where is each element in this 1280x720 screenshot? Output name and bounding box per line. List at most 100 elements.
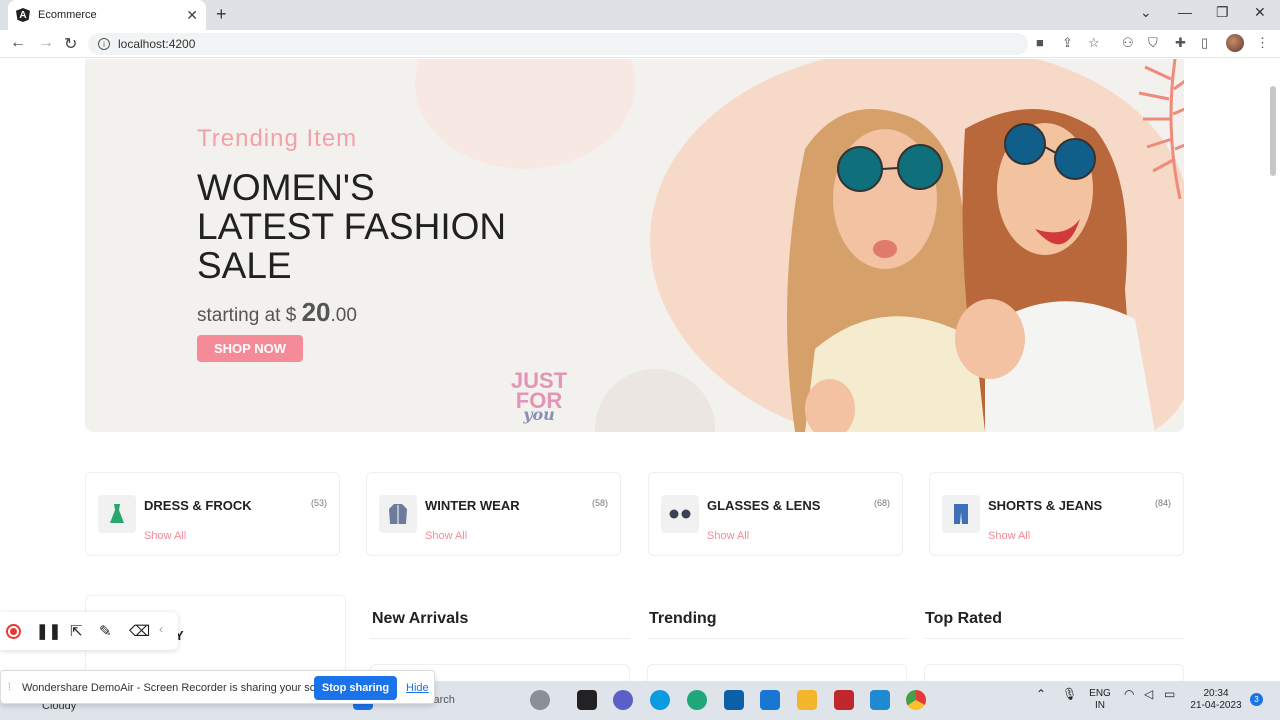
decor-blob	[595, 369, 715, 432]
hero-models-image	[787, 109, 1155, 432]
mail-icon[interactable]	[760, 690, 780, 710]
store-icon[interactable]	[724, 690, 744, 710]
decor-blob	[415, 59, 635, 169]
profile-avatar[interactable]	[1226, 34, 1244, 52]
mic-icon[interactable]: 🎙	[1062, 688, 1077, 700]
extension-user-icon[interactable]: ⚇	[1122, 35, 1134, 51]
share-icon[interactable]: ⇪	[1062, 35, 1073, 51]
shop-now-button[interactable]: SHOP NOW	[197, 335, 303, 362]
folder-icon[interactable]	[797, 690, 817, 710]
pause-icon[interactable]: ❚❚	[36, 622, 61, 640]
share-message: Wondershare DemoAir - Screen Recorder is…	[22, 682, 341, 694]
divider	[924, 638, 1184, 639]
collapse-icon[interactable]: ‹	[159, 622, 163, 636]
volume-icon[interactable]: ◁	[1144, 688, 1153, 700]
tab-strip: A Ecommerce ✕ + ⌄ — ❐ ✕	[0, 0, 1280, 30]
hide-link[interactable]: Hide	[406, 682, 429, 694]
jacket-icon	[379, 495, 417, 533]
clock-time: 20:34	[1203, 688, 1229, 699]
filezilla-icon[interactable]	[834, 690, 854, 710]
tab-search-icon[interactable]: ⌄	[1140, 4, 1152, 21]
category-count: (53)	[310, 498, 327, 508]
skype-icon[interactable]	[650, 690, 670, 710]
record-icon[interactable]	[6, 624, 21, 639]
address-bar: ← → ↻ i localhost:4200 ■ ⇪ ☆ ⚇ ⛉ ✚ ▯ ⋮	[0, 30, 1280, 58]
show-all-link[interactable]: Show All	[425, 530, 467, 542]
price-cents: .00	[330, 305, 357, 326]
chrome-icon[interactable]	[906, 690, 926, 710]
hero-banner: Trending Item WOMEN'S LATEST FASHION SAL…	[85, 59, 1184, 432]
show-all-link[interactable]: Show All	[707, 530, 749, 542]
widget-icon[interactable]	[530, 690, 550, 710]
headline-line: SALE	[197, 245, 292, 286]
tab-title: Ecommerce	[38, 9, 97, 21]
price-whole: 20	[301, 297, 331, 327]
divider	[647, 638, 907, 639]
eraser-icon[interactable]: ⌫	[129, 622, 150, 640]
price-prefix: starting at $	[197, 305, 297, 326]
site-info-icon[interactable]: i	[98, 38, 110, 50]
show-all-link[interactable]: Show All	[988, 530, 1030, 542]
pointer-icon[interactable]: ⇱	[70, 622, 83, 640]
glasses-icon	[661, 495, 699, 533]
hero-headline: WOMEN'S LATEST FASHION SALE	[197, 168, 577, 285]
maximize-icon[interactable]: ❐	[1216, 4, 1229, 21]
category-count: (58)	[591, 498, 608, 508]
minimize-icon[interactable]: —	[1178, 4, 1192, 20]
new-tab-icon[interactable]: +	[216, 4, 227, 25]
category-name: WINTER WEAR	[425, 498, 520, 513]
pen-icon[interactable]: ✎	[99, 622, 112, 640]
dress-icon	[98, 495, 136, 533]
url-input[interactable]: i localhost:4200	[88, 33, 1028, 55]
hero-kicker: Trending Item	[197, 125, 358, 152]
category-card-glasses[interactable]: GLASSES & LENS (68) Show All	[648, 472, 903, 556]
screen-share-bar: ⁞ Wondershare DemoAir - Screen Recorder …	[0, 670, 435, 704]
edge-icon[interactable]	[687, 690, 707, 710]
category-count: (68)	[873, 498, 890, 508]
back-icon[interactable]: ←	[10, 34, 26, 52]
angular-icon: A	[16, 8, 30, 22]
category-name: SHORTS & JEANS	[988, 498, 1103, 513]
recorder-toolbar: ❚❚ ⇱ ✎ ⌫ ‹	[0, 612, 178, 650]
sidepanel-icon[interactable]: ▯	[1201, 35, 1208, 51]
stop-sharing-button[interactable]: Stop sharing	[314, 676, 397, 700]
clock[interactable]: 20:34 21-04-2023	[1186, 688, 1246, 712]
bookmark-star-icon[interactable]: ☆	[1088, 35, 1100, 51]
headline-line: LATEST FASHION	[197, 206, 507, 247]
top-rated-title: Top Rated	[925, 610, 1003, 627]
just-for-you-badge: JUST FOR you	[509, 370, 569, 425]
lang-line: ENG	[1089, 688, 1111, 699]
notification-badge[interactable]: 3	[1250, 693, 1263, 706]
url-text: localhost:4200	[118, 37, 196, 51]
category-count: (84)	[1154, 498, 1171, 508]
reload-icon[interactable]: ↻	[64, 34, 77, 54]
new-arrivals-title: New Arrivals	[372, 610, 469, 627]
tab-ecommerce[interactable]: A Ecommerce ✕	[8, 0, 206, 30]
menu-icon[interactable]: ⋮	[1256, 35, 1269, 51]
category-card-dress[interactable]: DRESS & FROCK (53) Show All	[85, 472, 340, 556]
task-view-icon[interactable]	[577, 690, 597, 710]
language-indicator[interactable]: ENG IN	[1088, 688, 1112, 712]
show-all-link[interactable]: Show All	[144, 530, 186, 542]
vscode-icon[interactable]	[870, 690, 890, 710]
jeans-icon	[942, 495, 980, 533]
camera-icon[interactable]: ■	[1036, 35, 1044, 50]
lang-line: IN	[1095, 700, 1105, 711]
scrollbar-thumb[interactable]	[1270, 86, 1276, 176]
teams-icon[interactable]	[613, 690, 633, 710]
shield-icon[interactable]: ⛉	[1148, 35, 1158, 51]
wifi-icon[interactable]: ◠	[1124, 688, 1134, 700]
battery-icon[interactable]: ▭	[1164, 688, 1175, 700]
divider	[370, 638, 630, 639]
category-card-shorts[interactable]: SHORTS & JEANS (84) Show All	[929, 472, 1184, 556]
extensions-icon[interactable]: ✚	[1175, 35, 1186, 51]
category-name: GLASSES & LENS	[707, 498, 821, 513]
category-card-winter[interactable]: WINTER WEAR (58) Show All	[366, 472, 621, 556]
tray-chevron-icon[interactable]: ⌃	[1036, 688, 1046, 700]
close-tab-icon[interactable]: ✕	[186, 7, 198, 24]
headline-line: WOMEN'S	[197, 167, 375, 208]
close-window-icon[interactable]: ✕	[1254, 4, 1266, 21]
forward-icon[interactable]: →	[38, 34, 54, 52]
drag-handle-icon[interactable]: ⁞	[8, 682, 11, 693]
hero-price: starting at $ 20.00	[197, 297, 357, 328]
